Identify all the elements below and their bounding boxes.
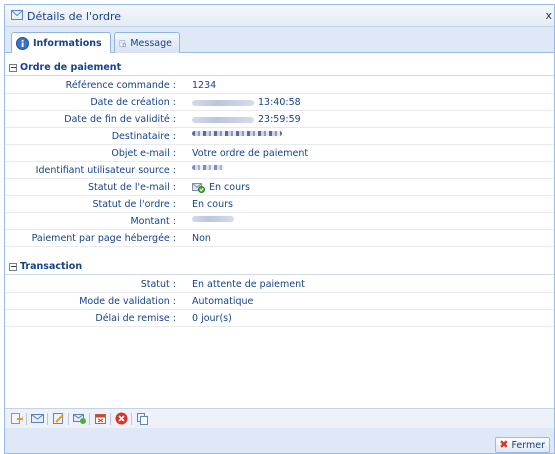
tab-message[interactable]: Message — [114, 32, 180, 53]
field-value — [192, 216, 234, 222]
row-date-creation: Date de création : 13:40:58 — [5, 94, 554, 111]
validity-time-value: 23:59:59 — [258, 114, 301, 125]
toolbar-separator — [47, 412, 48, 425]
redacted-amount — [192, 216, 234, 222]
row-paiement-page-hebergee: Paiement par page hébergée : Non — [5, 230, 554, 247]
close-icon[interactable]: x — [545, 9, 552, 22]
info-icon — [16, 37, 29, 50]
section-transaction-header[interactable]: − Transaction — [5, 259, 554, 275]
field-value: Votre ordre de paiement — [192, 148, 308, 159]
email-subject-value: Votre ordre de paiement — [192, 148, 309, 159]
row-statut-ordre: Statut de l'ordre : En cours — [5, 196, 554, 213]
envelope-icon — [11, 10, 23, 20]
order-status-value: En cours — [192, 199, 233, 210]
row-identifiant-utilisateur: Identifiant utilisateur source : — [5, 162, 554, 179]
close-button[interactable]: ✖ Fermer — [495, 437, 550, 453]
field-value: Non — [192, 233, 211, 244]
toolbar-separator — [110, 412, 111, 425]
field-label: Date de fin de validité : — [64, 114, 176, 125]
export-icon[interactable] — [9, 412, 23, 426]
section-ordre-title: Ordre de paiement — [20, 62, 122, 73]
field-label: Délai de remise : — [95, 313, 176, 324]
field-label: Date de création : — [90, 97, 176, 108]
row-reference-commande: Référence commande : 1234 — [5, 77, 554, 94]
order-details-window: Détails de l'ordre x Informations Messag… — [4, 4, 555, 454]
duplicate-icon[interactable] — [135, 412, 149, 426]
reference-value: 1234 — [192, 80, 217, 91]
redacted-user-id — [192, 165, 224, 170]
message-icon — [119, 39, 127, 47]
field-label: Mode de validation : — [79, 296, 176, 307]
field-value: Automatique — [192, 296, 253, 307]
field-label: Destinataire : — [111, 131, 176, 142]
collapse-toggle-icon[interactable]: − — [9, 64, 17, 72]
field-value: 1234 — [192, 80, 216, 91]
field-value: En cours — [192, 182, 250, 193]
calendar-icon[interactable] — [93, 412, 107, 426]
field-value: En cours — [192, 199, 233, 210]
tab-informations[interactable]: Informations — [11, 32, 111, 54]
row-statut-email: Statut de l'e-mail : En cours — [5, 179, 554, 196]
hosted-page-value: Non — [192, 233, 211, 244]
section-ordre-header[interactable]: − Ordre de paiement — [5, 60, 554, 76]
transaction-status-value: En attente de paiement — [192, 279, 305, 290]
resend-email-icon[interactable] — [30, 412, 44, 426]
tab-strip: Informations Message — [5, 27, 554, 54]
validate-email-icon[interactable] — [72, 412, 86, 426]
field-value: 23:59:59 — [192, 114, 301, 125]
informations-panel: − Ordre de paiement Référence commande :… — [5, 53, 554, 408]
field-value: 13:40:58 — [192, 97, 301, 108]
field-label: Paiement par page hébergée : — [31, 233, 176, 244]
field-label: Statut : — [140, 279, 176, 290]
field-label: Montant : — [130, 216, 176, 227]
tab-informations-label: Informations — [33, 38, 102, 49]
toolbar-separator — [68, 412, 69, 425]
email-status-value: En cours — [209, 182, 250, 193]
field-value: 0 jour(s) — [192, 313, 232, 324]
row-destinataire: Destinataire : — [5, 128, 554, 145]
field-value — [192, 165, 224, 170]
action-toolbar — [5, 408, 554, 428]
field-label: Objet e-mail : — [111, 148, 176, 159]
close-button-label: Fermer — [511, 439, 545, 451]
row-transaction-statut: Statut : En attente de paiement — [5, 276, 554, 293]
toolbar-separator — [89, 412, 90, 425]
edit-icon[interactable] — [51, 412, 65, 426]
field-value: En attente de paiement — [192, 279, 305, 290]
field-label: Référence commande : — [65, 80, 176, 91]
email-sending-icon — [192, 183, 205, 193]
collapse-toggle-icon[interactable]: − — [9, 263, 17, 271]
delay-value: 0 jour(s) — [192, 313, 232, 324]
toolbar-separator — [26, 412, 27, 425]
row-montant: Montant : — [5, 213, 554, 230]
section-transaction-title: Transaction — [20, 261, 83, 272]
window-title: Détails de l'ordre — [27, 10, 122, 23]
row-mode-validation: Mode de validation : Automatique — [5, 293, 554, 310]
row-objet-email: Objet e-mail : Votre ordre de paiement — [5, 145, 554, 162]
field-label: Statut de l'ordre : — [92, 199, 176, 210]
toolbar-separator — [131, 412, 132, 425]
creation-time-value: 13:40:58 — [258, 97, 301, 108]
redacted-date — [192, 99, 254, 106]
redacted-recipient — [192, 131, 282, 136]
window-titlebar[interactable]: Détails de l'ordre x — [5, 5, 554, 27]
cancel-icon[interactable] — [114, 412, 128, 426]
validation-mode-value: Automatique — [192, 296, 254, 307]
field-value — [192, 131, 282, 136]
field-label: Identifiant utilisateur source : — [35, 165, 176, 176]
redacted-date — [192, 116, 254, 123]
row-delai-remise: Délai de remise : 0 jour(s) — [5, 310, 554, 327]
window-footer: ✖ Fermer — [5, 428, 554, 453]
row-date-fin-validite: Date de fin de validité : 23:59:59 — [5, 111, 554, 128]
tab-message-label: Message — [130, 37, 172, 49]
field-label: Statut de l'e-mail : — [87, 182, 176, 193]
close-x-icon: ✖ — [499, 438, 509, 451]
